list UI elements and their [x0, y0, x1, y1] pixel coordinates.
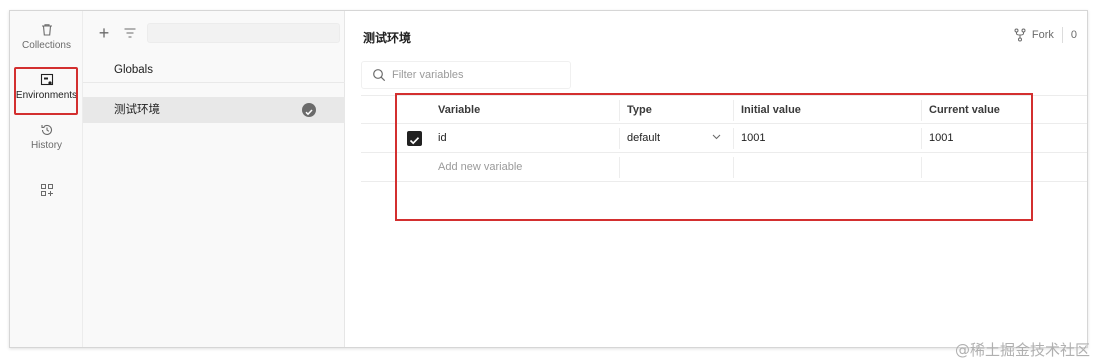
row-enabled-checkbox[interactable] [401, 124, 429, 153]
sort-icon[interactable] [121, 23, 139, 43]
environment-item-active[interactable]: 测试环境 [83, 97, 345, 123]
sidebar-item-history[interactable]: History [10, 123, 83, 151]
column-divider [619, 157, 620, 178]
column-divider [921, 157, 922, 178]
active-check-icon[interactable] [302, 103, 316, 117]
filter-placeholder: Filter variables [392, 69, 464, 81]
sidebar-item-label: History [30, 140, 63, 151]
add-icon[interactable]: + [95, 23, 113, 43]
table-header-row: Variable Type Initial value Current valu… [361, 95, 1087, 124]
app-window: Collections Environments History + Globa… [9, 10, 1088, 348]
column-header-type: Type [627, 104, 652, 116]
table-row-new: Add new variable [361, 153, 1087, 182]
column-header-variable: Variable [438, 104, 481, 116]
sidebar-rail: Collections Environments History [10, 11, 83, 347]
current-value-cell[interactable]: 1001 [921, 124, 1087, 153]
filter-variables-input[interactable]: Filter variables [361, 61, 571, 89]
search-icon [373, 69, 386, 82]
column-header-initial-value: Initial value [741, 104, 801, 116]
column-divider [733, 157, 734, 178]
sidebar-item-environments[interactable]: Environments [10, 73, 83, 101]
history-icon [40, 124, 52, 136]
column-header-current-value: Current value [929, 104, 1000, 116]
sidebar-item-label: Environments [15, 90, 78, 101]
trash-icon [41, 24, 52, 36]
sidebar-item-collections[interactable]: Collections [10, 23, 83, 51]
column-divider [733, 100, 734, 121]
variables-table: Variable Type Initial value Current valu… [361, 95, 1087, 182]
environment-list-panel: + Globals 测试环境 [83, 11, 345, 347]
environment-search-input[interactable] [147, 23, 340, 43]
chevron-down-icon [712, 124, 721, 153]
environment-item-label: Globals [114, 64, 153, 76]
type-select-value: default [627, 132, 661, 144]
add-new-variable-input[interactable]: Add new variable [431, 153, 619, 182]
environment-item-globals[interactable]: Globals [83, 57, 345, 83]
fork-count: 0 [1070, 29, 1077, 41]
column-divider [619, 128, 620, 149]
divider [1061, 27, 1063, 43]
column-divider [921, 128, 922, 149]
table-row: id default 1001 1001 [361, 124, 1087, 153]
type-select[interactable]: default [619, 124, 733, 153]
environment-editor: 测试环境 Fork 0 Filter variables Variable Ty… [345, 11, 1087, 347]
column-divider [733, 128, 734, 149]
fork-button[interactable]: Fork 0 [1013, 27, 1077, 43]
configure-workspace-icon [40, 184, 53, 196]
fork-icon [1014, 28, 1026, 42]
sidebar-item-configure[interactable] [10, 183, 83, 200]
column-divider [619, 100, 620, 121]
variable-name-cell[interactable]: id [431, 124, 619, 153]
column-divider [921, 100, 922, 121]
watermark: @稀土掘金技术社区 [954, 341, 1090, 359]
fork-label: Fork [1031, 29, 1054, 41]
checkbox-checked-icon [407, 131, 422, 146]
environment-item-label: 测试环境 [114, 104, 160, 116]
sidebar-item-label: Collections [22, 40, 71, 51]
environment-icon [40, 73, 53, 86]
initial-value-cell[interactable]: 1001 [733, 124, 921, 153]
environment-toolbar: + [95, 23, 340, 43]
page-title: 测试环境 [363, 31, 412, 45]
